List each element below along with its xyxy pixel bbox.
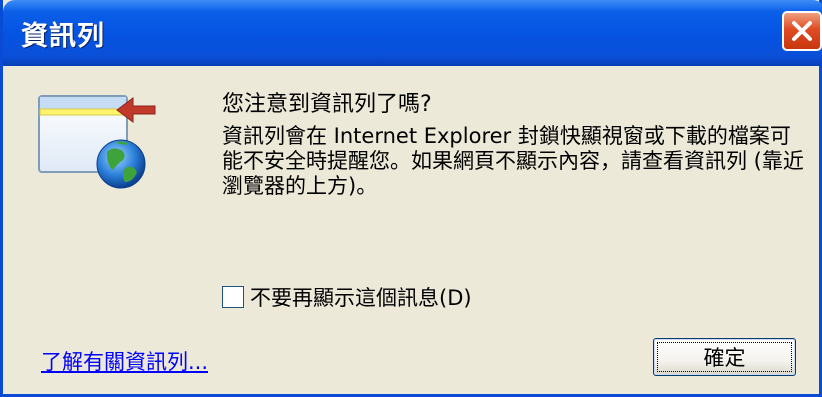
information-bar-icon: [38, 95, 156, 189]
question-text: 您注意到資訊列了嗎?: [222, 92, 432, 117]
learn-more-link[interactable]: 了解有關資訊列...: [41, 346, 208, 376]
close-button[interactable]: [782, 11, 822, 51]
ok-button[interactable]: 確定: [653, 338, 796, 376]
title-bar[interactable]: 資訊列: [3, 0, 822, 66]
dont-show-again-checkbox[interactable]: 不要再顯示這個訊息(D): [222, 282, 472, 312]
body-text: 資訊列會在 Internet Explorer 封鎖快顯視窗或下載的檔案可能不安…: [222, 124, 804, 198]
window-title: 資訊列: [21, 21, 105, 52]
checkbox-box[interactable]: [222, 286, 244, 308]
dialog-window: 資訊列 您注意到資訊列了嗎? 資訊列會在 Internet Explorer 封…: [0, 0, 822, 397]
ok-button-label: 確定: [703, 346, 746, 370]
checkbox-label: 不要再顯示這個訊息(D): [250, 286, 472, 310]
close-icon: [792, 21, 812, 41]
